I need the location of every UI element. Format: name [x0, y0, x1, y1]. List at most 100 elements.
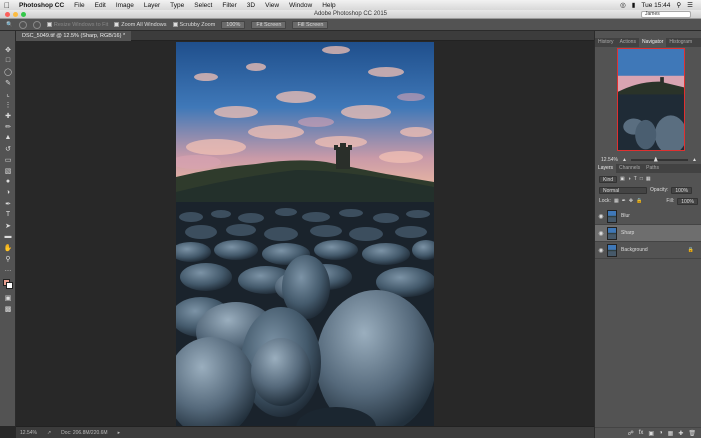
layer-row-blur[interactable]: ◉ Blur: [595, 208, 701, 225]
layer-row-background[interactable]: ◉ Background 🔒: [595, 242, 701, 259]
navigator-zoom-slider[interactable]: [630, 156, 689, 162]
fill-input[interactable]: 100%: [677, 197, 698, 205]
layer-row-sharp[interactable]: ◉ Sharp: [595, 225, 701, 242]
dodge-tool-icon[interactable]: ◑: [3, 188, 13, 197]
path-select-tool-icon[interactable]: ➤: [3, 221, 13, 230]
opacity-input[interactable]: 100%: [671, 186, 693, 194]
battery-icon[interactable]: ▮: [632, 1, 636, 9]
menu-3d[interactable]: 3D: [242, 2, 260, 9]
menu-view[interactable]: View: [260, 2, 284, 9]
gradient-tool-icon[interactable]: ▧: [3, 166, 13, 175]
marquee-tool-icon[interactable]: □: [3, 56, 13, 65]
new-group-icon[interactable]: ▦: [668, 430, 674, 437]
shape-tool-icon[interactable]: ▬: [3, 232, 13, 241]
tab-channels[interactable]: Channels: [616, 164, 643, 173]
tab-actions[interactable]: Actions: [617, 38, 639, 47]
stamp-tool-icon[interactable]: ▲: [3, 133, 13, 142]
pen-tool-icon[interactable]: ✒: [3, 199, 13, 208]
menu-file[interactable]: File: [69, 2, 89, 9]
eyedropper-tool-icon[interactable]: ⋮: [3, 100, 13, 109]
document-tab[interactable]: DSC_5049.tif @ 12.5% (Sharp, RGB/16) *: [16, 31, 132, 41]
user-dropdown[interactable]: James: [641, 11, 691, 18]
list-icon[interactable]: ☰: [687, 1, 693, 9]
background-color-swatch[interactable]: [6, 282, 13, 289]
minimize-window-button[interactable]: [13, 12, 18, 17]
quick-mask-icon[interactable]: ▣: [3, 293, 13, 302]
blur-tool-icon[interactable]: ●: [3, 177, 13, 186]
zoom-in-icon[interactable]: [18, 20, 27, 29]
type-tool-icon[interactable]: T: [3, 210, 13, 219]
new-layer-icon[interactable]: ✚: [678, 430, 683, 437]
tab-histogram[interactable]: Histogram: [666, 38, 695, 47]
scrubby-zoom-checkbox[interactable]: Scrubby Zoom: [172, 22, 215, 28]
zoom-out-icon[interactable]: [32, 20, 41, 29]
lock-position-icon[interactable]: ✥: [629, 198, 633, 204]
zoom-window-button[interactable]: [21, 12, 26, 17]
add-mask-icon[interactable]: ▣: [648, 430, 654, 437]
zoom-tool-icon[interactable]: 🔍: [6, 22, 13, 28]
fill-screen-button[interactable]: Fill Screen: [292, 20, 329, 29]
lasso-tool-icon[interactable]: ◯: [3, 67, 13, 76]
apple-icon[interactable]: : [0, 1, 14, 10]
navigator-view-box[interactable]: [617, 48, 685, 151]
visibility-eye-icon[interactable]: ◉: [595, 213, 607, 220]
zoom-out-mountain-icon[interactable]: ▲: [622, 157, 627, 163]
menu-layer[interactable]: Layer: [139, 2, 165, 9]
tab-paths[interactable]: Paths: [643, 164, 662, 173]
brush-tool-icon[interactable]: ✏: [3, 122, 13, 131]
zoom-all-windows-checkbox[interactable]: Zoom All Windows: [114, 22, 167, 28]
tab-layers[interactable]: Layers: [595, 164, 617, 173]
status-zoom[interactable]: 12.54%: [20, 430, 37, 436]
document-canvas-image[interactable]: [176, 42, 434, 427]
lock-all-icon[interactable]: 🔒: [636, 198, 642, 204]
wifi-icon[interactable]: ◎: [620, 1, 626, 9]
export-icon[interactable]: ↗: [47, 430, 51, 436]
zoom-tool-icon[interactable]: ⚲: [3, 254, 13, 263]
delete-layer-icon[interactable]: 🗑: [688, 430, 696, 437]
menu-type[interactable]: Type: [165, 2, 189, 9]
status-arrow-icon[interactable]: ▸: [118, 430, 121, 436]
filter-adjust-icon[interactable]: ◑: [628, 176, 631, 182]
filter-smart-icon[interactable]: ▦: [646, 176, 651, 182]
lock-transparent-icon[interactable]: ▦: [614, 198, 619, 204]
layer-style-icon[interactable]: fx: [639, 430, 644, 436]
tab-history[interactable]: History: [595, 38, 617, 47]
quick-select-tool-icon[interactable]: ✎: [3, 78, 13, 87]
clock[interactable]: Tue 15:44: [641, 2, 670, 9]
menu-help[interactable]: Help: [317, 2, 340, 9]
history-brush-tool-icon[interactable]: ↺: [3, 144, 13, 153]
visibility-eye-icon[interactable]: ◉: [595, 247, 607, 254]
menu-filter[interactable]: Filter: [217, 2, 241, 9]
healing-tool-icon[interactable]: ✚: [3, 111, 13, 120]
adjustment-layer-icon[interactable]: ◑: [659, 430, 663, 436]
menu-edit[interactable]: Edit: [90, 2, 111, 9]
lock-pixels-icon[interactable]: ✒: [622, 198, 626, 204]
kind-filter-select[interactable]: Kind: [599, 175, 618, 183]
crop-tool-icon[interactable]: ⌞: [3, 89, 13, 98]
filter-pixel-icon[interactable]: ▣: [620, 176, 625, 182]
filter-type-icon[interactable]: T: [634, 176, 637, 182]
blend-mode-select[interactable]: Normal: [599, 186, 647, 194]
hand-tool-icon[interactable]: ✋: [3, 243, 13, 252]
menu-image[interactable]: Image: [111, 2, 139, 9]
tab-navigator[interactable]: Navigator: [638, 38, 667, 47]
menu-select[interactable]: Select: [189, 2, 217, 9]
fit-screen-button[interactable]: Fit Screen: [251, 20, 287, 29]
close-window-button[interactable]: [5, 12, 10, 17]
filter-shape-icon[interactable]: □: [640, 176, 643, 182]
menu-app[interactable]: Photoshop CC: [14, 2, 69, 9]
navigator-zoom-value[interactable]: 12.54%: [601, 157, 618, 163]
doc-size[interactable]: Doc: 206.8M/220.6M: [61, 430, 107, 436]
screen-mode-icon[interactable]: ▩: [3, 304, 13, 313]
resize-windows-checkbox[interactable]: Resize Windows to Fit: [46, 22, 108, 28]
more-tools-icon[interactable]: …: [3, 265, 13, 274]
link-layers-icon[interactable]: ☍: [628, 430, 634, 437]
menu-window[interactable]: Window: [284, 2, 317, 9]
move-tool-icon[interactable]: ✥: [3, 45, 13, 54]
zoom-in-mountain-icon[interactable]: ▲: [692, 157, 697, 163]
search-icon[interactable]: ⚲: [676, 1, 681, 9]
landscape-photo: [176, 42, 434, 427]
zoom-100-button[interactable]: 100%: [221, 20, 246, 29]
visibility-eye-icon[interactable]: ◉: [595, 230, 607, 237]
eraser-tool-icon[interactable]: ▭: [3, 155, 13, 164]
